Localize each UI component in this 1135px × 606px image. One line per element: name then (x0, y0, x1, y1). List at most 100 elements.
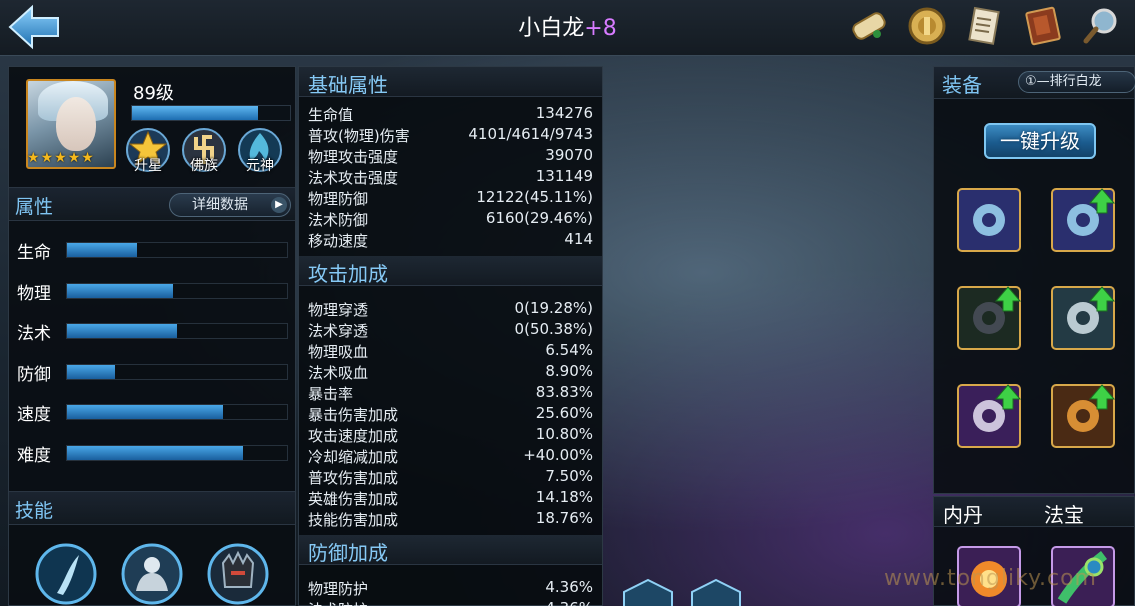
stat-name: 冷却缩减加成 (308, 448, 399, 466)
attribute-row: 防御 (9, 359, 295, 385)
stat-row: 法术穿透 0(50.38%) (299, 319, 602, 340)
top-bar: 小白龙+8 (0, 0, 1135, 56)
stat-name: 法术防御 (308, 211, 369, 229)
attribute-bar (66, 323, 288, 340)
crystal-staff-icon[interactable] (956, 187, 1022, 253)
stat-value: 18.76% (535, 509, 593, 527)
stat-row: 物理防护 4.36% (299, 577, 602, 598)
blade-skill-icon[interactable] (35, 543, 97, 605)
armored-warrior-skill-icon[interactable] (121, 543, 183, 605)
hero-info-panel: ★ ★ ★ ★ ★ 89级 升星 佛族 元神 属性 详细数据 ▶ 生命 物理 法… (8, 66, 296, 606)
attribute-label: 速度 (17, 405, 51, 426)
star-icon: ★ (40, 150, 54, 166)
dark-helm-skill-icon[interactable] (207, 543, 269, 605)
stats-section-header: 基础属性 (299, 67, 602, 97)
stat-name: 物理穿透 (308, 301, 369, 319)
stat-value: 7.50% (545, 467, 593, 485)
star-icon: ★ (27, 150, 40, 166)
stat-value: 83.83% (535, 383, 593, 401)
stat-value: 10.80% (535, 425, 593, 443)
stat-value: 25.60% (535, 404, 593, 422)
book-icon[interactable] (1021, 4, 1065, 48)
attributes-header: 属性 详细数据 ▶ (9, 187, 295, 221)
stat-name: 移动速度 (308, 232, 369, 250)
stat-value: 12122(45.11%) (476, 188, 593, 206)
faction-label: 佛族 (190, 158, 218, 174)
stat-name: 暴击伤害加成 (308, 406, 399, 424)
detail-data-label: 详细数据 (192, 197, 248, 213)
letter-icon[interactable] (963, 4, 1007, 48)
flame-amulet-icon[interactable] (1050, 383, 1116, 449)
one-click-upgrade-button[interactable]: 一键升级 (984, 123, 1096, 159)
silver-armor-icon[interactable] (1050, 285, 1116, 351)
stat-value: 131149 (535, 167, 593, 185)
attribute-bar-fill (67, 243, 138, 257)
hero-action-buttons: 升星 佛族 元神 (125, 127, 283, 174)
stat-row: 物理防御 12122(45.11%) (299, 187, 602, 208)
attribute-row: 生命 (9, 237, 295, 263)
crystal-staff-icon[interactable] (1050, 187, 1116, 253)
ranking-button[interactable]: ①—排行白龙 (1018, 71, 1135, 93)
fabao-tab[interactable]: 法宝 (1044, 499, 1084, 528)
dark-helmet-icon[interactable] (956, 285, 1022, 351)
scene-hexagon-icon[interactable] (620, 578, 676, 606)
stats-panel[interactable]: 基础属性 生命值 134276 普攻(物理)伤害 4101/4614/9743 物理攻击强… (298, 66, 603, 606)
attribute-label: 物理 (17, 283, 51, 304)
equipment-header: 装备 ①—排行白龙 (934, 67, 1135, 99)
experience-fill (132, 106, 259, 120)
scroll-icon[interactable] (847, 4, 891, 48)
attribute-label: 生命 (17, 243, 51, 263)
detail-data-button[interactable]: 详细数据 ▶ (169, 193, 291, 217)
faction-button[interactable]: 佛族 (181, 127, 227, 174)
attribute-row: 法术 (9, 318, 295, 344)
stat-row: 法术防御 6160(29.46%) (299, 208, 602, 229)
stat-row: 物理攻击强度 39070 (299, 145, 602, 166)
stats-section-header: 攻击加成 (299, 256, 602, 286)
attributes-title: 属性 (15, 196, 54, 218)
stat-value: 0(50.38%) (514, 320, 593, 338)
stat-row: 暴击率 83.83% (299, 382, 602, 403)
stat-row: 攻击速度加成 10.80% (299, 424, 602, 445)
stat-name: 物理吸血 (308, 343, 369, 361)
stat-row: 法术攻击强度 131149 (299, 166, 602, 187)
magnifier-icon[interactable] (1079, 4, 1123, 48)
stat-name: 物理攻击强度 (308, 148, 399, 166)
stat-row: 暴击伤害加成 25.60% (299, 403, 602, 424)
stat-name: 普攻伤害加成 (308, 469, 399, 487)
attribute-bar (66, 363, 288, 380)
stat-row: 法术防护 4.36% (299, 598, 602, 606)
coin-icon[interactable] (905, 4, 949, 48)
neidan-fabao-header: 内丹 法宝 (934, 497, 1134, 527)
stat-row: 物理穿透 0(19.28%) (299, 298, 602, 319)
stat-value: 4.36% (545, 599, 593, 606)
attribute-bar (66, 445, 288, 461)
spirit-button[interactable]: 元神 (237, 127, 283, 174)
stat-value: 4101/4614/9743 (468, 125, 593, 143)
stat-row: 物理吸血 6.54% (299, 340, 602, 361)
neidan-tab[interactable]: 内丹 (943, 499, 983, 528)
hero-level: 89级 (133, 83, 174, 104)
stat-value: +40.00% (523, 446, 593, 464)
attribute-row: 物理 (9, 278, 295, 304)
stat-value: 6.54% (545, 341, 593, 359)
stat-row: 冷却缩减加成 +40.00% (299, 445, 602, 466)
attribute-bar-fill (67, 446, 243, 460)
attribute-bar-fill (67, 364, 116, 379)
skill-list (35, 543, 269, 605)
hero-name: 小白龙 (518, 16, 585, 41)
scene-shield-icon[interactable] (688, 578, 744, 606)
stat-row: 普攻(物理)伤害 4101/4614/9743 (299, 124, 602, 145)
star-upgrade-button[interactable]: 升星 (125, 127, 171, 174)
attribute-bar (66, 404, 288, 421)
stats-section-title: 基础属性 (308, 73, 388, 97)
attribute-bar-fill (67, 283, 173, 298)
attribute-bar-fill (67, 324, 177, 339)
stat-name: 法术攻击强度 (308, 169, 399, 187)
stat-name: 法术穿透 (308, 322, 369, 340)
stat-row: 普攻伤害加成 7.50% (299, 466, 602, 487)
winged-boot-icon[interactable] (956, 383, 1022, 449)
equipment-title: 装备 (942, 73, 982, 97)
stat-name: 英雄伤害加成 (308, 490, 399, 508)
stat-name: 暴击率 (308, 385, 354, 403)
star-icon: ★ (54, 150, 67, 166)
